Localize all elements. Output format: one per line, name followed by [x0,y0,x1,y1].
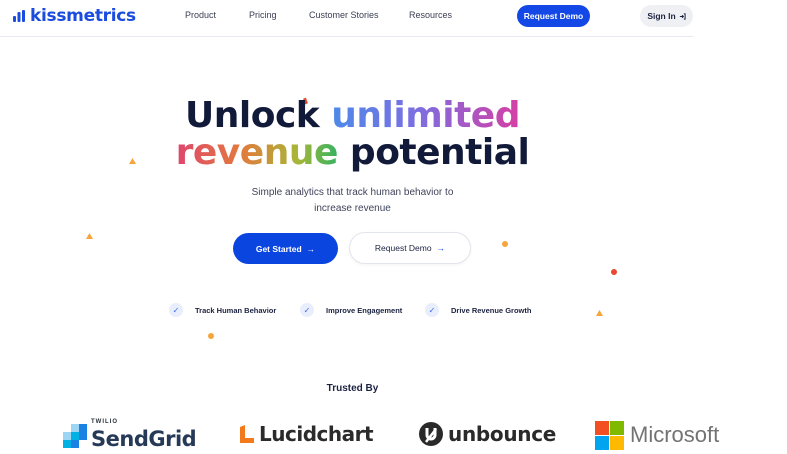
lucidchart-logo: Lucidchart [240,421,374,447]
unbounce-logo: unbounce [418,420,556,448]
hero-subtitle: increase revenue [314,203,391,214]
hero-title-highlight: revenue [175,132,339,173]
triangle-decoration [86,233,93,239]
top-nav: kissmetrics Product Pricing Customer Sto… [0,0,693,37]
nav-request-demo-button[interactable]: Request Demo [517,5,590,27]
unbounce-text: unbounce [448,422,557,446]
hero-title-word: potential [349,132,530,173]
sendgrid-logo: TWILIO SendGrid [63,417,203,451]
hero-request-demo-label: Request Demo [374,243,432,253]
arrow-right-icon: → [306,243,316,254]
arrow-right-icon: → [436,243,446,253]
trusted-by-heading: Trusted By [326,383,379,394]
sendgrid-twilio-text: TWILIO [91,419,118,425]
sendgrid-icon [63,424,87,448]
hero-title-line2: revenue potential [0,133,705,173]
check-icon: ✓ [169,303,183,317]
nav-link-pricing[interactable]: Pricing [249,10,277,20]
sign-in-button[interactable]: Sign In [640,5,693,27]
hero-title-word: Unlock [185,95,320,136]
sign-in-label: Sign In [647,11,676,21]
dot-decoration [611,269,617,275]
triangle-decoration [596,310,603,316]
logo-text: kissmetrics [30,6,136,26]
sendgrid-text: SendGrid [91,427,197,451]
microsoft-icon [595,420,624,450]
nav-link-customer-stories[interactable]: Customer Stories [309,10,379,20]
check-icon: ✓ [425,303,439,317]
nav-link-resources[interactable]: Resources [409,10,452,20]
unbounce-icon [419,422,443,446]
microsoft-logo: Microsoft [595,420,719,450]
lucidchart-text: Lucidchart [259,422,374,446]
feature-item: ✓ Improve Engagement [300,303,402,317]
check-icon: ✓ [300,303,314,317]
dot-decoration [208,333,214,339]
microsoft-text: Microsoft [630,422,720,447]
dot-decoration [502,241,508,247]
feature-item: ✓ Track Human Behavior [169,303,276,317]
feature-item: ✓ Drive Revenue Growth [425,303,531,317]
nav-link-product[interactable]: Product [185,10,216,20]
hero-title-line1: Unlock unlimited [0,96,705,136]
kissmetrics-logo[interactable]: kissmetrics [12,6,136,26]
get-started-label: Get Started [255,243,302,254]
get-started-button[interactable]: Get Started → [233,233,338,264]
hero-title-highlight: unlimited [331,95,520,136]
nav-request-demo-label: Request Demo [523,11,584,21]
lucidchart-icon [240,425,254,443]
bar-chart-icon [13,10,25,22]
hero-request-demo-button[interactable]: Request Demo → [349,232,471,264]
feature-label: Drive Revenue Growth [451,305,532,315]
sign-in-icon [679,12,686,20]
feature-label: Track Human Behavior [195,305,277,315]
hero-subtitle: Simple analytics that track human behavi… [251,187,454,198]
feature-label: Improve Engagement [326,305,403,315]
